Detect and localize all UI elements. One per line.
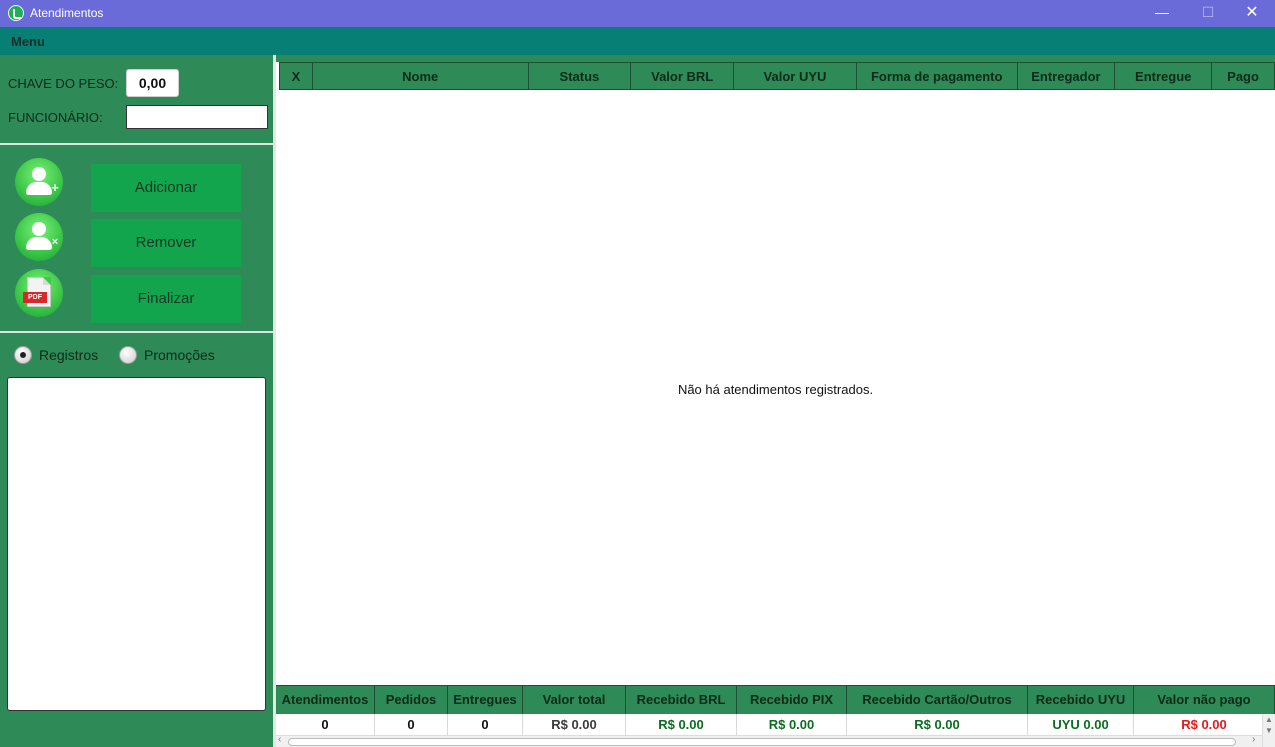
registros-radio[interactable] <box>14 346 32 364</box>
summary-value-cell: R$ 0.00 <box>1134 714 1275 735</box>
menu-item-menu[interactable]: Menu <box>11 34 45 49</box>
pdf-icon: PDF <box>15 269 63 317</box>
app-icon <box>8 5 24 21</box>
promocoes-radio[interactable] <box>119 346 137 364</box>
funcionario-field[interactable] <box>126 105 268 129</box>
divider <box>0 143 273 145</box>
column-header[interactable]: Forma de pagamento <box>857 63 1018 89</box>
summary-header: Atendimentos Pedidos Entregues Valor total R… <box>276 685 1275 714</box>
peso-field[interactable]: 0,00 <box>126 69 179 97</box>
summary-header-cell: Recebido PIX <box>737 686 847 714</box>
summary-header-cell: Recebido UYU <box>1028 686 1134 714</box>
close-button[interactable]: ✕ <box>1229 0 1275 27</box>
summary-header-cell: Atendimentos <box>276 686 375 714</box>
divider <box>0 331 273 333</box>
summary-header-cell: Recebido Cartão/Outros <box>847 686 1028 714</box>
column-header[interactable]: Status <box>529 63 632 89</box>
maximize-button[interactable]: ☐ <box>1185 0 1231 27</box>
window-title: Atendimentos <box>30 6 104 20</box>
peso-label: CHAVE DO PESO: <box>8 76 119 91</box>
summary-value-cell: R$ 0.00 <box>626 714 737 735</box>
remove-button[interactable]: Remover <box>91 219 241 267</box>
horizontal-scrollbar[interactable]: ‹ › <box>276 734 1262 747</box>
funcionario-label: FUNCIONÁRIO: <box>8 110 103 125</box>
left-panel: CHAVE DO PESO: 0,00 FUNCIONÁRIO: + Adici… <box>0 55 273 747</box>
summary-header-cell: Pedidos <box>375 686 448 714</box>
column-header[interactable]: Pago <box>1212 63 1274 89</box>
summary-value-cell: 0 <box>375 714 448 735</box>
records-list[interactable] <box>7 377 266 711</box>
summary-value-cell: UYU 0.00 <box>1028 714 1134 735</box>
scroll-thumb[interactable] <box>288 738 1236 746</box>
registros-label: Registros <box>39 347 99 363</box>
main-table-area: X Nome Status Valor BRL Valor UYU Forma de pa… <box>273 55 1275 747</box>
empty-message: Não há atendimentos registrados. <box>677 382 874 397</box>
summary-value-cell: 0 <box>276 714 375 735</box>
summary-header-cell: Entregues <box>448 686 523 714</box>
menu-bar: Menu <box>0 27 1275 55</box>
summary-value-cell: R$ 0.00 <box>523 714 626 735</box>
summary-header-cell: Valor total <box>523 686 626 714</box>
remove-user-icon: × <box>15 213 63 261</box>
title-bar: Atendimentos — ☐ ✕ <box>0 0 1275 27</box>
add-button[interactable]: Adicionar <box>91 164 241 212</box>
column-header[interactable]: Entregue <box>1115 63 1213 89</box>
summary-values: 0 0 0 R$ 0.00 R$ 0.00 R$ 0.00 R$ 0.00 UYU 0.00 R… <box>276 714 1275 735</box>
summary-value-cell: R$ 0.00 <box>737 714 847 735</box>
column-header[interactable]: Nome <box>313 63 529 89</box>
summary-value-cell: R$ 0.00 <box>847 714 1028 735</box>
promocoes-label: Promoções <box>144 347 215 363</box>
minimize-button[interactable]: — <box>1139 0 1185 27</box>
column-header[interactable]: X <box>280 63 313 89</box>
column-header[interactable]: Entregador <box>1018 63 1116 89</box>
summary-value-cell: 0 <box>448 714 523 735</box>
table-header: X Nome Status Valor BRL Valor UYU Forma de pa… <box>279 62 1275 90</box>
add-user-icon: + <box>15 158 63 206</box>
column-header[interactable]: Valor BRL <box>631 63 735 89</box>
vertical-scrollbar[interactable]: ▲ ▼ <box>1262 714 1275 747</box>
pdf-tag: PDF <box>23 292 47 303</box>
finalize-button[interactable]: Finalizar <box>91 275 241 323</box>
summary-header-cell: Valor não pago <box>1134 686 1275 714</box>
summary-header-cell: Recebido BRL <box>626 686 737 714</box>
column-header[interactable]: Valor UYU <box>734 63 857 89</box>
